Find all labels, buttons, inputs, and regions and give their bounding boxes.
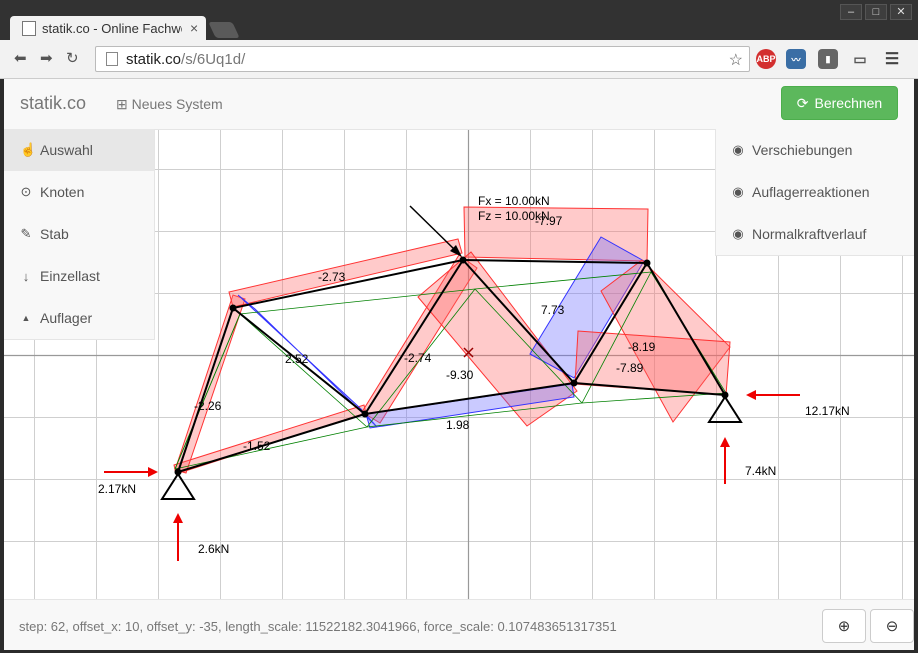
member-force-label: -2.26 [194,399,222,413]
toggle-reactions[interactable]: ◉ Auflagerreaktionen [716,171,914,213]
calculate-label: Berechnen [814,95,883,111]
support-left [160,472,196,500]
support-right [707,395,743,423]
url-path: /s/6Uq1d/ [181,50,246,68]
plus-square-icon: ⊞ [116,96,128,112]
new-tab-button[interactable] [208,22,240,38]
view-label: Normalkraftverlauf [752,226,867,242]
node [459,256,467,264]
zoom-in-button[interactable]: ⊕ [822,609,866,643]
window-minimize-button[interactable]: – [840,4,862,20]
tool-menu: ☝ Auswahl ⊙ Knoten ✎ Stab ↓ Einzellast ▲… [4,129,155,340]
tool-point-load[interactable]: ↓ Einzellast [4,255,154,297]
menu-hamburger-icon[interactable]: ☰ [882,49,902,69]
app-navbar: statik.co ⊞ Neues System ⟳ Berechnen [4,79,914,130]
url-host: statik.co [126,50,182,68]
bookmark-extension-icon[interactable]: ▮ [818,49,838,69]
brand-logo[interactable]: statik.co [20,93,86,114]
member-force-label: -9.30 [446,368,474,382]
pointer-hand-icon: ☝ [20,142,37,157]
new-system-link[interactable]: ⊞ Neues System [116,96,223,113]
load-label: Fx = 10.00kN [478,194,550,208]
chart-extension-icon[interactable]: 〰 [786,49,806,69]
tool-label: Stab [40,226,69,242]
node-circle-icon: ⊙ [20,184,32,199]
view-label: Verschiebungen [752,142,853,158]
new-system-label: Neues System [131,96,223,112]
status-text: step: 62, offset_x: 10, offset_y: -35, l… [19,619,617,634]
page-icon [106,52,118,66]
tool-node[interactable]: ⊙ Knoten [4,171,154,213]
forward-arrow-icon[interactable]: ➡ [40,49,53,67]
bookmark-star-icon[interactable]: ☆ [729,50,743,70]
pencil-icon: ✎ [20,226,32,241]
tool-label: Knoten [40,184,85,200]
calculate-button[interactable]: ⟳ Berechnen [781,86,898,120]
eye-icon: ◉ [732,142,744,157]
reaction-label: 12.17kN [805,404,850,418]
refresh-icon: ⟳ [796,94,809,111]
browser-toolbar: ⬅ ➡ ↻ statik.co/s/6Uq1d/ ☆ ABP 〰 ▮ ▭ ☰ [0,40,918,79]
toggle-normal-force[interactable]: ◉ Normalkraftverlauf [716,213,914,255]
reaction-label: 7.4kN [745,464,776,478]
triangle-up-icon: ▲ [21,313,31,323]
page-favicon-icon [22,20,36,36]
eye-icon: ◉ [732,184,744,199]
tool-label: Einzellast [40,268,100,284]
reload-icon[interactable]: ↻ [66,49,79,67]
browser-titlebar: statik.co - Online Fachwerk × – □ ✕ [0,0,918,40]
tab-title: statik.co - Online Fachwerk [42,20,182,36]
zoom-out-icon: ⊖ [885,618,899,635]
member-force-label: -2.73 [318,270,346,284]
zoom-in-icon: ⊕ [837,618,851,635]
member-force-label: -7.89 [616,361,644,375]
node [229,304,237,312]
back-arrow-icon[interactable]: ⬅ [14,49,27,67]
eye-icon: ◉ [732,226,744,241]
tool-label: Auflager [40,310,93,326]
node [570,379,578,387]
tool-member[interactable]: ✎ Stab [4,213,154,255]
reaction-label: 2.17kN [98,482,136,496]
zoom-out-button[interactable]: ⊖ [870,609,914,643]
status-bar: step: 62, offset_x: 10, offset_y: -35, l… [4,599,914,650]
member-force-label: -7.97 [535,214,563,228]
toggle-displacements[interactable]: ◉ Verschiebungen [716,129,914,171]
member-force-label: 7.73 [541,303,565,317]
browser-tab[interactable]: statik.co - Online Fachwerk × [10,16,206,40]
member-force-label: -8.19 [628,340,656,354]
tool-support[interactable]: ▲ Auflager [4,297,154,339]
member-force-label: 2.52 [285,352,309,366]
view-menu: ◉ Verschiebungen ◉ Auflagerreaktionen ◉ … [715,129,914,256]
member-force-label: -2.74 [404,351,432,365]
tab-close-icon[interactable]: × [190,20,198,36]
arrow-down-icon: ↓ [22,268,30,284]
window-maximize-button[interactable]: □ [865,4,887,20]
adblock-extension-icon[interactable]: ABP [756,49,776,69]
member-force-label: 1.98 [446,418,470,432]
address-bar[interactable]: statik.co/s/6Uq1d/ ☆ [95,46,750,72]
cast-icon[interactable]: ▭ [850,49,870,69]
tool-select[interactable]: ☝ Auswahl [4,129,154,171]
app-viewport: Fx = 10.00kN Fz = 10.00kN -2.73 -7.97 2.… [4,79,914,650]
reaction-label: 2.6kN [198,542,229,556]
member-force-label: -1.52 [243,439,271,453]
tool-label: Auswahl [40,142,93,158]
view-label: Auflagerreaktionen [752,184,870,200]
node [361,410,369,418]
window-close-button[interactable]: ✕ [890,4,912,20]
node [643,259,651,267]
